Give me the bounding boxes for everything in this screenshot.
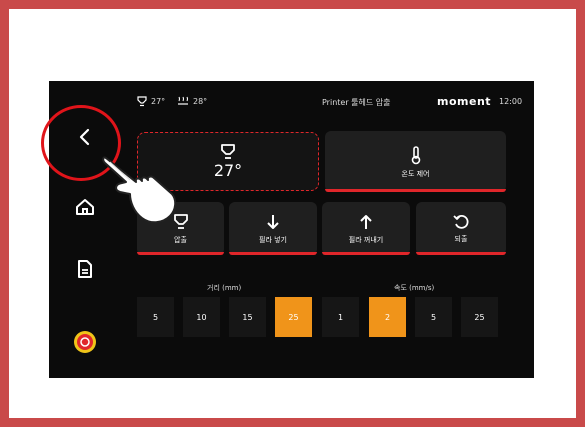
emergency-stop-icon xyxy=(74,331,96,353)
retract-label: 되출 xyxy=(454,234,468,243)
unload-filament-card[interactable]: 필라 꺼내기 xyxy=(322,202,410,255)
file-button[interactable] xyxy=(67,251,103,287)
speed-option[interactable]: 5 xyxy=(415,297,452,337)
speed-option[interactable]: 1 xyxy=(322,297,359,337)
nozzle-icon xyxy=(221,144,235,159)
document-icon xyxy=(78,260,92,278)
distance-option-selected[interactable]: 25 xyxy=(275,297,312,337)
load-filament-label: 필라 넣기 xyxy=(259,235,287,244)
arrow-down-icon xyxy=(267,214,279,229)
speed-option-selected[interactable]: 2 xyxy=(369,297,406,337)
accent-bar xyxy=(322,252,410,255)
screen-title: Printer 툴헤드 압출 xyxy=(322,98,391,107)
arrow-up-icon xyxy=(360,214,372,229)
brand-logo: moment xyxy=(437,95,492,108)
temperature-control-card[interactable]: 온도 제어 xyxy=(325,131,506,192)
load-filament-card[interactable]: 필라 넣기 xyxy=(229,202,317,255)
extrude-label: 압출 xyxy=(174,235,187,244)
accent-bar xyxy=(229,252,317,255)
emergency-stop-button[interactable] xyxy=(67,324,103,360)
accent-bar xyxy=(416,252,506,255)
accent-bar xyxy=(137,252,224,255)
nozzle-temp-value: 27° xyxy=(151,97,166,106)
home-button[interactable] xyxy=(67,189,103,225)
bed-heat-icon xyxy=(178,96,188,105)
speed-label: 속도 (mm/s) xyxy=(394,284,435,292)
home-icon xyxy=(76,199,94,215)
retract-icon xyxy=(453,214,469,229)
distance-option[interactable]: 10 xyxy=(183,297,220,337)
bed-temp-value: 28° xyxy=(193,97,208,106)
distance-label: 거리 (mm) xyxy=(207,284,242,292)
nozzle-icon xyxy=(137,96,147,107)
accent-bar xyxy=(325,189,506,192)
unload-filament-label: 필라 꺼내기 xyxy=(348,235,384,244)
distance-option[interactable]: 15 xyxy=(229,297,266,337)
pointing-hand-icon xyxy=(102,156,177,224)
speed-option[interactable]: 25 xyxy=(461,297,498,337)
nozzle-temp-card-label: 27° xyxy=(213,161,243,180)
clock: 12:00 xyxy=(499,97,523,106)
temperature-control-label: 온도 제어 xyxy=(401,169,430,178)
thermometer-icon xyxy=(411,145,420,164)
distance-option[interactable]: 5 xyxy=(137,297,174,337)
retract-card[interactable]: 되출 xyxy=(416,202,506,255)
status-bar: 27° 28° Printer 툴헤드 압출 moment 12:00 xyxy=(137,95,522,111)
